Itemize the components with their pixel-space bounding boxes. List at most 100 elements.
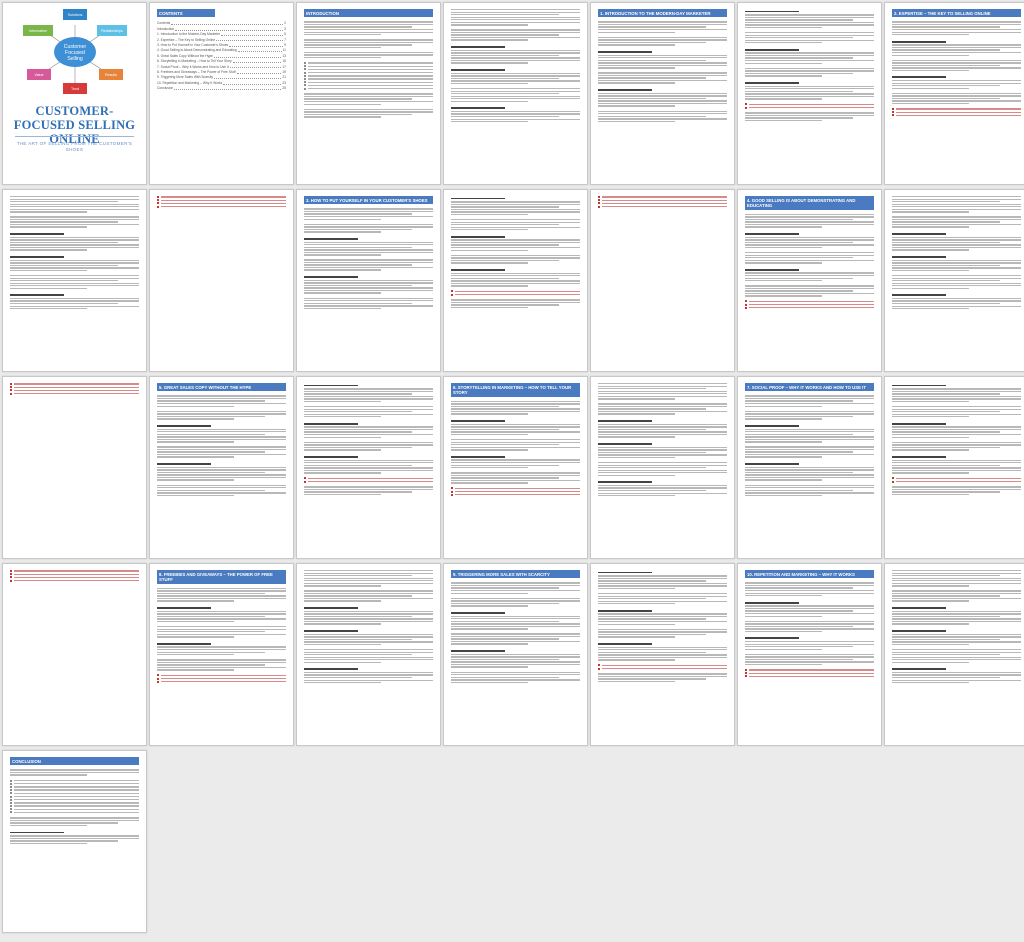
chapter-9-page[interactable]: 9. TRIGGERING MORE SALES WITH SCARCITY — [443, 563, 588, 746]
chapter-2-page[interactable]: 2. EXPERTISE – THE KEY TO SELLING ONLINE — [884, 2, 1024, 185]
chapter-heading: 8. FREEBIES AND GIVEAWAYS – THE POWER OF… — [157, 570, 286, 584]
introduction-page[interactable]: INTRODUCTION — [296, 2, 441, 185]
text-line — [598, 678, 707, 680]
text-line — [892, 674, 1021, 676]
text-line — [598, 613, 727, 615]
text-line — [598, 100, 727, 102]
bullet-item — [10, 801, 139, 804]
text-line — [892, 282, 1021, 284]
numbered-item — [745, 675, 874, 678]
numbered-item — [598, 205, 727, 208]
text-line — [892, 643, 970, 646]
text-line — [451, 474, 580, 477]
text-line — [745, 451, 854, 453]
text-line — [745, 418, 823, 420]
chapter-4-page[interactable]: 4. GOOD SELLING IS ABOUT DEMONSTRATING A… — [737, 189, 882, 372]
numbered-item — [10, 576, 139, 579]
text-line — [10, 218, 139, 221]
text-line — [745, 37, 854, 39]
text-line — [451, 249, 529, 251]
page-body-text — [157, 587, 286, 687]
chapter-4-page-2[interactable] — [884, 189, 1024, 372]
chapter-3-page[interactable]: 3. HOW TO PUT YOURSELF IN YOUR CUSTOMER'… — [296, 189, 441, 372]
conclusion-page[interactable]: CONCLUSION — [2, 750, 147, 933]
text-line — [745, 428, 874, 430]
text-line — [598, 39, 727, 41]
chapter-9-page-2[interactable] — [590, 563, 735, 746]
text-line — [745, 479, 823, 481]
text-line — [157, 410, 286, 412]
node-label-solutions: Solutions — [68, 13, 83, 17]
chapter-6-page[interactable]: 6. STORYTELLING IN MARKETING – HOW TO TE… — [443, 376, 588, 559]
chapter-7-page[interactable]: 7. SOCIAL PROOF – WHY IT WORKS AND HOW T… — [737, 376, 882, 559]
text-line — [745, 117, 854, 119]
text-line — [451, 116, 560, 118]
text-line — [304, 297, 433, 299]
text-line — [745, 595, 823, 597]
numbered-item — [10, 383, 139, 385]
text-line — [892, 201, 1001, 203]
text-line — [892, 239, 1021, 241]
contents-page[interactable]: CONTENTS Contents 2 Introduction 3 1. Introd… — [149, 2, 294, 185]
text-line — [157, 446, 286, 448]
text-line — [451, 620, 560, 622]
chapter-7-page-2[interactable] — [884, 376, 1024, 559]
introduction-page-2[interactable] — [443, 2, 588, 185]
chapter-2-page-2[interactable] — [2, 189, 147, 372]
text-line — [598, 575, 727, 577]
text-line — [451, 602, 560, 605]
numbered-item — [892, 480, 1021, 483]
text-line — [451, 211, 580, 213]
text-line — [745, 280, 823, 282]
text-line — [892, 196, 1021, 198]
chapter-3-page-3[interactable] — [590, 189, 735, 372]
chapter-5-page-2[interactable] — [296, 376, 441, 559]
chapter-3-page-2[interactable] — [443, 189, 588, 372]
text-line — [157, 415, 266, 418]
text-line — [892, 44, 1021, 46]
text-line — [304, 428, 433, 431]
text-line — [304, 643, 382, 646]
chapter-8-page[interactable]: 8. FREEBIES AND GIVEAWAYS – THE POWER OF… — [149, 563, 294, 746]
text-line — [451, 208, 580, 211]
text-line — [892, 570, 1021, 572]
text-line — [892, 597, 1021, 600]
chapter-4-page-3[interactable] — [2, 376, 147, 559]
text-line — [157, 626, 286, 628]
chapter-5-page[interactable]: 5. GREAT SALES COPY WITHOUT THE HYPE — [149, 376, 294, 559]
text-line — [304, 572, 433, 574]
subheading-line — [451, 611, 506, 614]
cover-page[interactable]: Customer Focused Selling Solutions Relat… — [2, 2, 147, 185]
text-line — [304, 44, 413, 46]
subheading-line — [745, 48, 800, 51]
text-line — [745, 90, 854, 92]
text-line — [304, 218, 382, 220]
text-line — [157, 597, 286, 600]
chapter-6-page-2[interactable] — [590, 376, 735, 559]
text-line — [157, 666, 286, 669]
chapter-10-page-2[interactable] — [884, 563, 1024, 746]
text-line — [304, 261, 433, 264]
subheading-line — [304, 630, 359, 632]
chapter-1-page[interactable]: 1. INTRODUCTION TO THE MODERN-DAY MARKET… — [590, 2, 735, 185]
text-line — [745, 85, 874, 87]
chapter-8-page-2[interactable] — [296, 563, 441, 746]
text-line — [892, 654, 1001, 656]
text-line — [451, 467, 529, 469]
text-line — [892, 69, 970, 72]
text-line — [304, 488, 433, 491]
subheading-line — [598, 50, 653, 53]
toc-entry[interactable]: Conclusion 25 — [157, 86, 286, 91]
chapter-2-page-3[interactable] — [149, 189, 294, 372]
text-line — [304, 613, 433, 615]
text-line — [157, 595, 286, 597]
text-line — [304, 287, 433, 289]
text-line — [892, 449, 970, 451]
bullet-item — [304, 68, 433, 71]
text-line — [10, 269, 88, 272]
chapter-7-page-3[interactable] — [2, 563, 147, 746]
page-body-text — [892, 21, 1021, 120]
chapter-1-page-2[interactable] — [737, 2, 882, 185]
chapter-10-page[interactable]: 10. REPETITION AND MARKETING – WHY IT WO… — [737, 563, 882, 746]
text-line — [745, 590, 874, 592]
